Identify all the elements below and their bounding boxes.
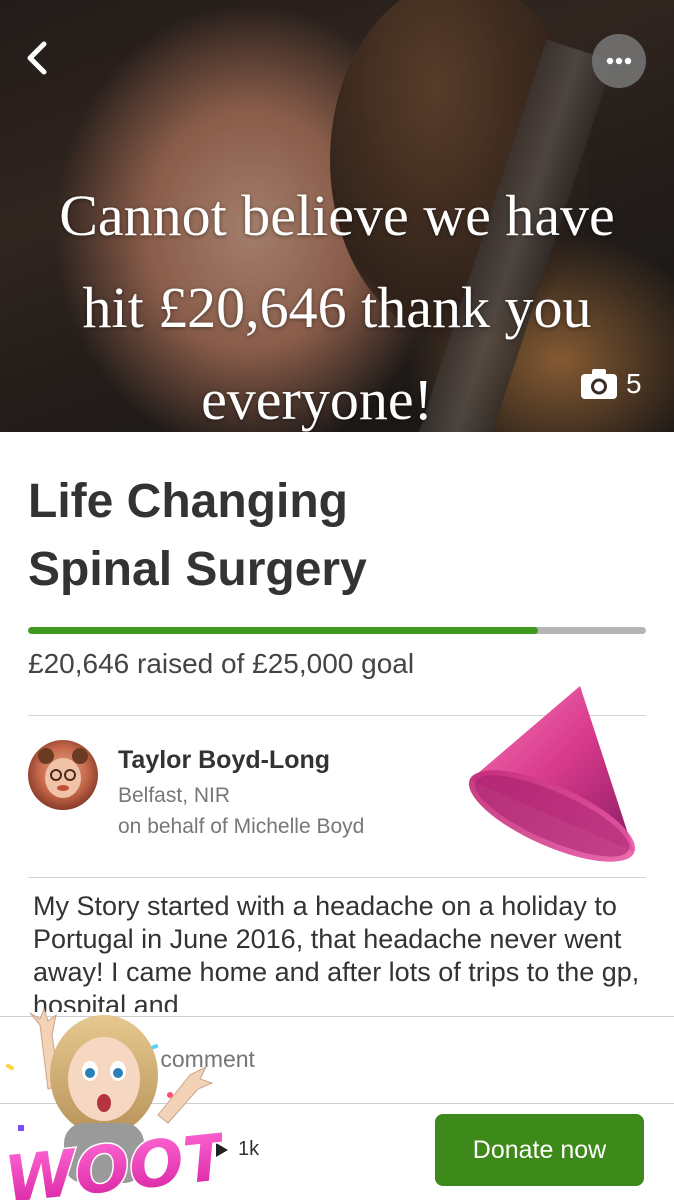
more-icon <box>606 57 632 65</box>
organizer-behalf: on behalf of Michelle Boyd <box>118 815 365 838</box>
share-button[interactable]: 1k <box>216 1138 259 1161</box>
divider <box>28 877 646 878</box>
donate-button[interactable]: Donate now <box>435 1114 644 1186</box>
progress-fill <box>28 627 539 634</box>
camera-icon <box>581 369 617 399</box>
caption-line: everyone! <box>201 367 433 432</box>
organizer-location: Belfast, NIR <box>118 784 231 807</box>
progress-bar <box>28 627 646 634</box>
avatar-image <box>38 748 88 798</box>
hero-photo[interactable]: Cannot believe we have hit £20,646 thank… <box>0 0 674 432</box>
campaign-title: Life Changing Spinal Surgery <box>28 468 588 604</box>
more-options-button[interactable] <box>592 34 646 88</box>
chevron-left-icon <box>27 41 47 75</box>
caption-line: hit £20,646 thank you <box>82 275 592 340</box>
back-button[interactable] <box>20 36 56 80</box>
party-hat-icon <box>468 686 636 862</box>
woot-sticker: WOOT! <box>0 1007 222 1200</box>
organizer-name[interactable]: Taylor Boyd-Long <box>118 746 330 775</box>
story-text[interactable]: My Story started with a headache on a ho… <box>33 890 653 1012</box>
photo-caption: Cannot believe we have hit £20,646 thank… <box>0 170 674 432</box>
raised-amount: £20,646 raised of £25,000 goal <box>28 648 415 679</box>
photo-count: 5 <box>626 368 642 399</box>
title-line: Spinal Surgery <box>28 543 367 596</box>
avatar[interactable] <box>28 740 98 810</box>
title-line: Life Changing <box>28 475 348 528</box>
share-count: 1k <box>238 1138 260 1160</box>
photo-count-button[interactable]: 5 <box>580 364 642 404</box>
caption-line: Cannot believe we have <box>59 183 615 248</box>
